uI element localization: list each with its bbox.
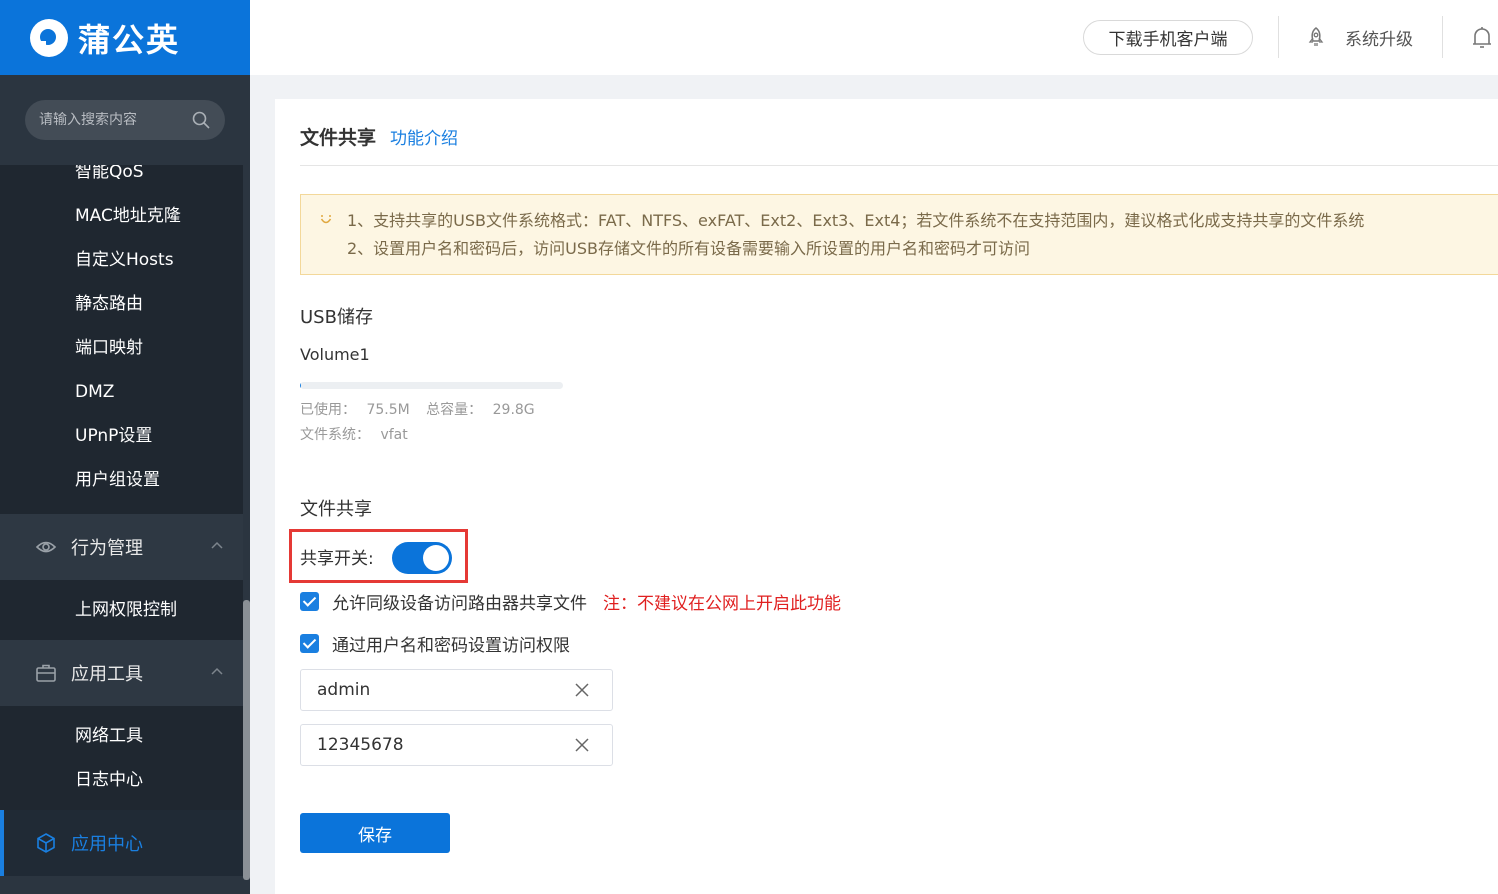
used-value: 75.5M [366, 402, 410, 418]
sidebar-item-access-control[interactable]: 上网权限控制 [0, 588, 243, 632]
usb-storage-title: USB储存 [300, 307, 373, 328]
notice-line: 2、设置用户名和密码后，访问USB存储文件的所有设备需要输入所设置的用户名和密码… [347, 239, 1031, 258]
clear-icon[interactable] [574, 737, 590, 753]
sidebar-group-label: 应用工具 [71, 664, 143, 685]
dandelion-logo-icon [30, 18, 68, 57]
system-upgrade-link[interactable]: 系统升级 [1305, 22, 1413, 52]
sidebar-group-behavior[interactable]: 行为管理 [0, 514, 243, 580]
allow-peer-label: 允许同级设备访问路由器共享文件 [332, 594, 587, 614]
sidebar-item-custom-hosts[interactable]: 自定义Hosts [0, 238, 243, 282]
header-divider [1278, 16, 1279, 58]
content-panel: 文件共享 功能介绍 1、支持共享的USB文件系统格式：FAT、NTFS、exFA… [275, 99, 1498, 894]
clear-icon[interactable] [574, 682, 590, 698]
sidebar: 蒲公英 智能QoS MAC地址克隆 自定义Hosts 静态路由 端口映射 DMZ… [0, 0, 250, 894]
brand-name: 蒲公英 [78, 20, 181, 59]
chevron-up-icon [211, 667, 223, 675]
total-value: 29.8G [492, 402, 535, 418]
allow-peer-checkbox[interactable] [300, 592, 319, 611]
title-divider [300, 165, 1498, 166]
sidebar-item-log-center[interactable]: 日志中心 [0, 758, 243, 802]
toggle-knob [423, 545, 449, 571]
usage-info: 已使用： 75.5M 总容量： 29.8G [300, 399, 541, 419]
username-input[interactable] [317, 680, 574, 700]
header-divider [1442, 16, 1443, 58]
sidebar-item-app-center[interactable]: 应用中心 [0, 810, 243, 876]
fs-label: 文件系统： [300, 427, 370, 443]
sidebar-menu: 智能QoS MAC地址克隆 自定义Hosts 静态路由 端口映射 DMZ UPn… [0, 150, 243, 876]
password-field [300, 724, 613, 766]
top-header: 下载手机客户端 系统升级 [250, 0, 1498, 75]
file-share-title: 文件共享 [300, 499, 372, 520]
bell-icon[interactable] [1470, 25, 1494, 51]
upgrade-label: 系统升级 [1345, 29, 1413, 50]
username-field [300, 669, 613, 711]
page-title: 文件共享 [300, 127, 377, 149]
toolbox-icon [36, 664, 56, 682]
sidebar-item-dmz[interactable]: DMZ [0, 370, 243, 414]
smile-icon [320, 215, 332, 224]
sidebar-item-network-tools[interactable]: 网络工具 [0, 714, 243, 758]
total-label: 总容量： [426, 402, 483, 418]
search-box [25, 100, 225, 140]
save-button[interactable]: 保存 [300, 813, 450, 853]
security-warning: 注：不建议在公网上开启此功能 [603, 594, 841, 614]
chevron-up-icon [211, 541, 223, 549]
allow-peer-row: 允许同级设备访问路由器共享文件 注：不建议在公网上开启此功能 [300, 589, 841, 614]
fs-value: vfat [380, 427, 408, 443]
page-title-row: 文件共享 功能介绍 [300, 123, 458, 150]
search-icon[interactable] [191, 110, 211, 130]
password-input[interactable] [317, 735, 574, 755]
auth-row: 通过用户名和密码设置访问权限 [300, 631, 570, 656]
cube-icon [37, 833, 55, 853]
share-toggle-switch[interactable] [392, 542, 452, 574]
sidebar-group-tools[interactable]: 应用工具 [0, 640, 243, 706]
sidebar-item-port-mapping[interactable]: 端口映射 [0, 326, 243, 370]
behavior-eye-icon [35, 541, 57, 553]
sidebar-group-label: 行为管理 [71, 538, 143, 559]
share-switch-label: 共享开关: [300, 549, 374, 569]
feature-intro-link[interactable]: 功能介绍 [390, 124, 458, 149]
sidebar-item-mac-clone[interactable]: MAC地址克隆 [0, 194, 243, 238]
usage-progress-bar [300, 382, 563, 389]
sidebar-scrollbar-thumb[interactable] [243, 600, 250, 880]
sidebar-search [0, 75, 250, 165]
auth-checkbox[interactable] [300, 634, 319, 653]
download-app-button[interactable]: 下载手机客户端 [1083, 20, 1253, 55]
used-label: 已使用： [300, 402, 356, 418]
search-input[interactable] [39, 112, 191, 128]
notice-line: 1、支持共享的USB文件系统格式：FAT、NTFS、exFAT、Ext2、Ext… [347, 211, 1365, 230]
filesystem-info: 文件系统： vfat [300, 424, 414, 444]
sidebar-group-tools-items: 网络工具 日志中心 [0, 706, 243, 810]
rocket-icon [1308, 27, 1324, 46]
sidebar-group-behavior-items: 上网权限控制 [0, 580, 243, 640]
sidebar-item-label: 应用中心 [71, 834, 143, 855]
sidebar-item-static-route[interactable]: 静态路由 [0, 282, 243, 326]
notice-banner: 1、支持共享的USB文件系统格式：FAT、NTFS、exFAT、Ext2、Ext… [300, 194, 1498, 275]
volume-name: Volume1 [300, 345, 370, 364]
logo-bar[interactable]: 蒲公英 [0, 0, 250, 75]
sidebar-item-user-groups[interactable]: 用户组设置 [0, 458, 243, 514]
auth-label: 通过用户名和密码设置访问权限 [332, 636, 570, 656]
usage-progress-fill [300, 382, 301, 389]
sidebar-item-upnp[interactable]: UPnP设置 [0, 414, 243, 458]
